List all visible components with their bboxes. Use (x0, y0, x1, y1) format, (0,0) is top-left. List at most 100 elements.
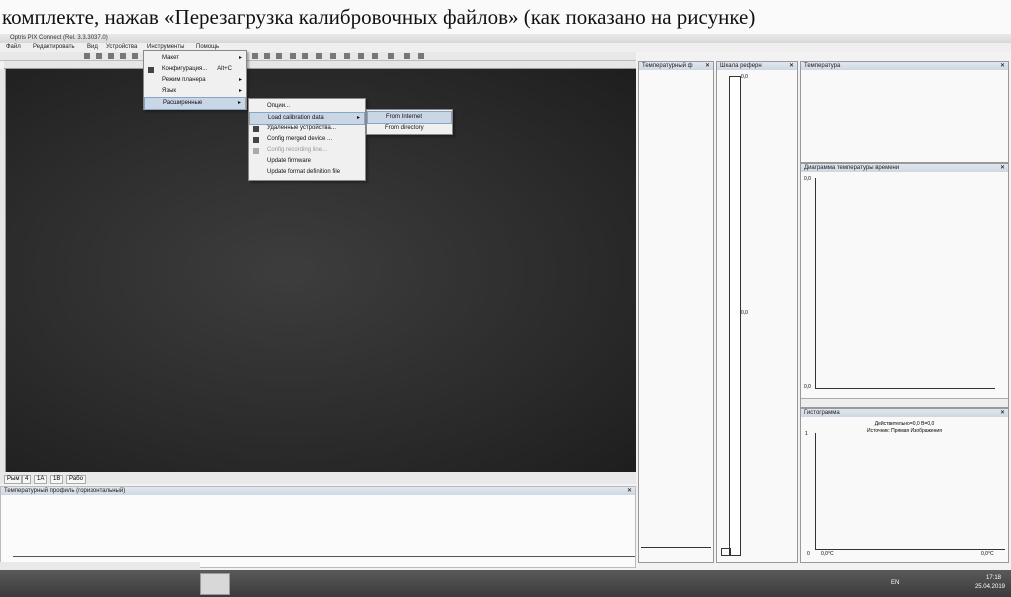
menu-item-label: Язык (162, 88, 177, 94)
title-bar: Optris PIX Connect (Rel. 3.3.3037.0) (0, 34, 1011, 43)
instruction-caption: комплекте, нажав «Перезагрузка калиброво… (2, 5, 756, 29)
horizontal-profile-panel: Температурный профиль (горизонтальный) ✕ (0, 486, 636, 568)
menu-item-label: Update firmware (267, 158, 312, 164)
histogram-max: 0,0°C (981, 551, 994, 557)
remote-device-icon (253, 126, 259, 132)
toolbar-icon[interactable] (290, 53, 296, 59)
menu-edit[interactable]: Редактировать (33, 44, 74, 50)
toolbar-icon[interactable] (404, 53, 410, 59)
chevron-right-icon: ▸ (238, 55, 242, 61)
menu-item-label: Update format definition file (267, 169, 341, 175)
menu-item-from-directory[interactable]: From directory (367, 123, 452, 134)
histogram-min: 0,0°C (821, 551, 834, 557)
menu-item-config-recording: Config recording line... (249, 145, 365, 156)
menu-item-language[interactable]: Язык ▸ (144, 86, 246, 97)
profile-axis (13, 556, 635, 557)
tab[interactable]: Рабо (66, 475, 86, 484)
toolbar-icon[interactable] (132, 53, 138, 59)
histogram-zero: 0 (807, 551, 810, 557)
toolbar-icon[interactable] (252, 53, 258, 59)
menu-item-options[interactable]: Опции... (249, 101, 365, 112)
status-bar (0, 562, 200, 570)
close-icon[interactable]: ✕ (1000, 409, 1005, 416)
toolbar-icon[interactable] (276, 53, 282, 59)
diagram-max-label: 0,0 (804, 176, 811, 182)
toolbar-icon[interactable] (418, 53, 424, 59)
menu-item-configuration[interactable]: Конфигурация... Alt+C (144, 64, 246, 75)
panel-title: Температура (801, 62, 1008, 70)
toolbar-icon[interactable] (108, 53, 114, 59)
panel-title: Гистограмма (801, 409, 1008, 417)
scale-marker[interactable] (721, 548, 731, 556)
close-icon[interactable]: ✕ (789, 62, 794, 69)
toolbar-icon[interactable] (388, 53, 394, 59)
menu-devices[interactable]: Устройства (106, 44, 137, 50)
panel-title: Диаграмма температуры времени (801, 164, 1008, 172)
tab[interactable]: 4 (22, 475, 32, 484)
toolbar-icon[interactable] (358, 53, 364, 59)
toolbar-icon[interactable] (330, 53, 336, 59)
clock-date[interactable]: 25.04.2019 (975, 584, 1005, 590)
close-icon[interactable]: ✕ (627, 487, 632, 494)
menu-item-update-format[interactable]: Update format definition file (249, 167, 365, 178)
histogram-info: Действительно=0,0 B=0,0 (874, 421, 935, 427)
histogram-y-axis (815, 433, 816, 549)
close-icon[interactable]: ✕ (705, 62, 710, 69)
chevron-right-icon: ▸ (238, 77, 242, 83)
toolbar-icon[interactable] (84, 53, 90, 59)
histogram-x-axis (815, 549, 1005, 550)
histogram-panel: Гистограмма ✕ Действительно=0,0 B=0,0 Ис… (800, 408, 1009, 563)
menu-item-label: From Internet (386, 114, 423, 120)
clock-time[interactable]: 17:18 (986, 575, 1001, 581)
tab[interactable]: 1В (50, 475, 64, 484)
ruler-top (4, 61, 636, 69)
menu-item-label: Удаленные устройства... (267, 125, 336, 131)
toolbar-icon[interactable] (344, 53, 350, 59)
histogram-y-label: 1 (805, 431, 808, 437)
menu-item-label: Режим планера (162, 77, 206, 83)
menu-item-config-merged[interactable]: Config merged device ... (249, 134, 365, 145)
taskbar-app-button[interactable] (200, 573, 230, 595)
tools-menu: Макет ▸ Конфигурация... Alt+C Режим планер… (143, 50, 247, 110)
close-icon[interactable]: ✕ (1000, 164, 1005, 171)
menu-item-label: Config merged device ... (267, 136, 333, 142)
tab[interactable]: Рым (4, 475, 23, 484)
layout-tabs: Рым 4 1А 1В Рабо (0, 472, 636, 484)
menu-view[interactable]: Вид (87, 44, 98, 50)
diagram-y-axis (815, 178, 816, 388)
color-scale-bar (729, 76, 741, 556)
panel-title: Шкала реферн (717, 62, 797, 70)
histogram-source: Источник: Прямая Изображения (867, 428, 942, 434)
toolbar-icon[interactable] (316, 53, 322, 59)
menu-item-label: Расширенные (163, 100, 203, 106)
taskbar (0, 570, 1011, 597)
toolbar-icon[interactable] (372, 53, 378, 59)
menu-item-label: Опции... (267, 103, 291, 109)
toolbar-icon[interactable] (96, 53, 102, 59)
load-calibration-submenu: From Internet From directory (366, 109, 453, 135)
grid-icon (253, 137, 259, 143)
menu-item-label: Load calibration data (268, 115, 324, 121)
diagram-scrollbar[interactable] (801, 398, 1008, 407)
gear-icon (148, 67, 154, 73)
menu-item-advanced[interactable]: Расширенные ▸ (144, 97, 246, 110)
menu-file[interactable]: Файл (6, 44, 21, 50)
temperature-side-panel: Температурный ф ✕ (638, 61, 714, 563)
panel-axis (641, 547, 711, 548)
tab[interactable]: 1А (34, 475, 48, 484)
menu-item-update-firmware[interactable]: Update firmware (249, 156, 365, 167)
temperature-panel: Температура ✕ (800, 61, 1009, 163)
menu-item-label: Макет (162, 55, 179, 61)
menu-item-layout[interactable]: Макет ▸ (144, 53, 246, 64)
menu-item-label: Config recording line... (267, 147, 328, 153)
menu-item-remote-devices[interactable]: Удаленные устройства... (249, 123, 365, 134)
language-indicator[interactable]: EN (891, 580, 899, 586)
toolbar-icon[interactable] (302, 53, 308, 59)
panel-title: Температурный профиль (горизонтальный) (1, 487, 635, 495)
toolbar-icon[interactable] (264, 53, 270, 59)
close-icon[interactable]: ✕ (1000, 62, 1005, 69)
chevron-right-icon: ▸ (237, 100, 241, 106)
recording-icon (253, 148, 259, 154)
toolbar-icon[interactable] (120, 53, 126, 59)
menu-item-planner-mode[interactable]: Режим планера ▸ (144, 75, 246, 86)
